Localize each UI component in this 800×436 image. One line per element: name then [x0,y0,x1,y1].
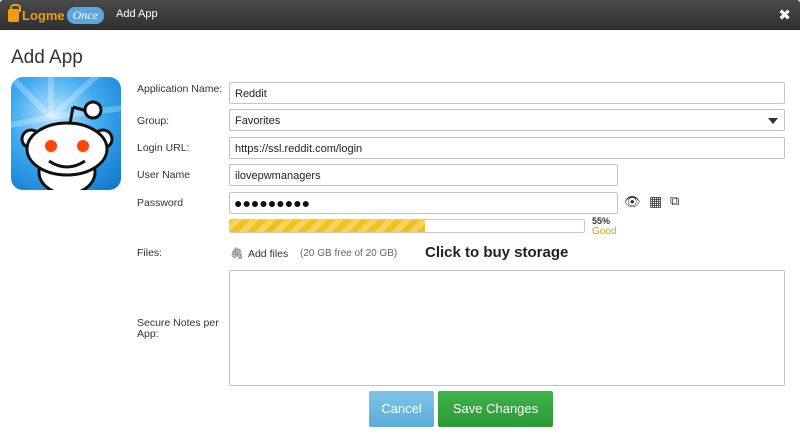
reddit-alien-icon [11,77,121,190]
buy-storage-link[interactable]: Click to buy storage [425,244,568,261]
storage-free-text: (20 GB free of 20 GB) [300,248,398,259]
calculator-icon[interactable]: ▦ [649,194,662,210]
eye-icon[interactable]: 👁 [624,195,641,210]
title-bar: Logme Once Add App ✖ [0,0,800,30]
chevron-down-icon [768,118,778,124]
save-changes-button[interactable]: Save Changes [438,391,553,427]
copy-icon[interactable]: ⧉ [670,194,679,209]
secure-notes-textarea[interactable] [229,270,785,386]
add-files-button[interactable]: 🖇 Add files [230,247,289,261]
password-strength-percent: 55% [592,216,611,226]
add-files-label: Add files [247,247,289,260]
page-title: Add App [11,47,83,68]
password-strength-bar [229,219,585,233]
group-selected-value: Favorites [235,115,281,127]
window-title: Add App [116,8,158,20]
secure-notes-label: Secure Notes per App: [137,317,219,340]
password-field[interactable]: ●●●●●●●●● [229,192,618,214]
application-name-label: Application Name: [137,83,223,95]
logmeonce-logo: Logme Once [8,3,104,25]
application-name-field[interactable]: Reddit [229,82,785,104]
password-label: Password [137,197,184,209]
group-select[interactable]: Favorites [229,109,785,131]
password-strength-label: Good [592,226,617,237]
lock-icon [8,3,21,22]
close-icon[interactable]: ✖ [778,6,791,24]
logo-cloud-text: Once [66,6,104,24]
user-name-label: User Name [137,169,191,181]
password-strength-fill [230,220,425,232]
logo-text: Logme [22,7,65,23]
cancel-button[interactable]: Cancel [369,391,434,427]
login-url-field[interactable]: https://ssl.reddit.com/login [229,137,785,159]
paperclip-icon: 🖇 [230,248,244,260]
files-label: Files: [137,247,163,259]
group-label: Group: [137,115,170,127]
login-url-label: Login URL: [137,142,190,154]
password-masked-value: ●●●●●●●●● [234,195,311,211]
user-name-field[interactable]: ilovepwmanagers [229,164,618,186]
